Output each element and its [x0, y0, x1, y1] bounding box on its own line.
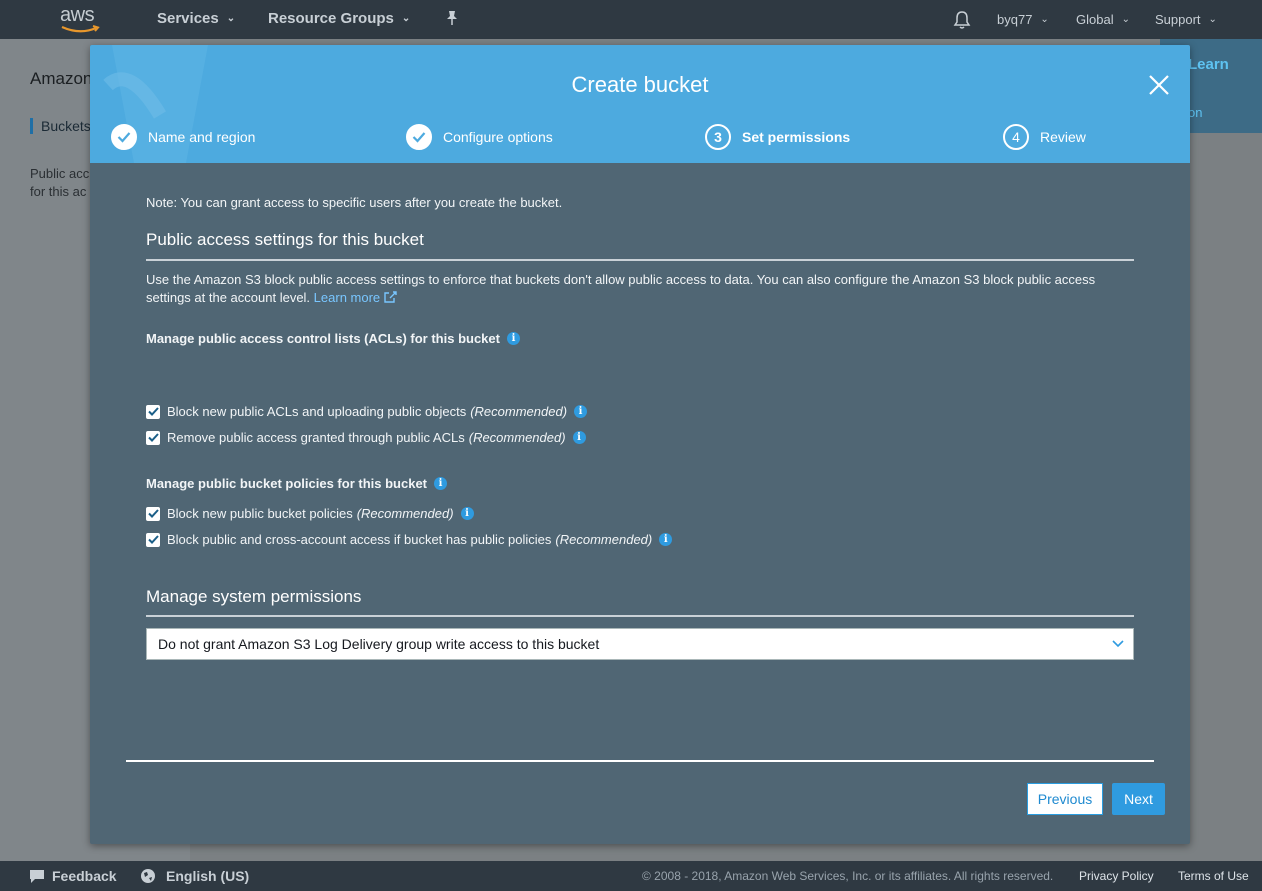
- copyright-text: © 2008 - 2018, Amazon Web Services, Inc.…: [642, 869, 1054, 883]
- previous-button[interactable]: Previous: [1027, 783, 1103, 815]
- note-text: Note: You can grant access to specific u…: [146, 195, 563, 210]
- step-number: 3: [705, 124, 731, 150]
- background-public-line1: Public acc: [30, 166, 90, 181]
- account-label: byq77: [997, 12, 1033, 27]
- services-label: Services: [157, 10, 219, 27]
- create-bucket-dialog: Create bucket Name and region Configure …: [90, 45, 1190, 844]
- checkbox-block-new-policies[interactable]: [146, 506, 160, 521]
- checkbox-block-cross-account[interactable]: [146, 532, 160, 547]
- pin-icon[interactable]: [445, 10, 459, 31]
- support-label: Support: [1155, 12, 1201, 27]
- option-label: Block public and cross-account access if…: [167, 532, 552, 547]
- feedback-label: Feedback: [52, 868, 117, 884]
- public-access-description: Use the Amazon S3 block public access se…: [146, 271, 1134, 307]
- check-icon: [406, 124, 432, 150]
- step-number: 4: [1003, 124, 1029, 150]
- info-icon[interactable]: i: [434, 477, 447, 490]
- background-buckets-link: Buckets: [30, 118, 91, 134]
- acl-heading: Manage public access control lists (ACLs…: [146, 331, 520, 346]
- footer-divider: [126, 760, 1154, 762]
- background-title: Amazon: [30, 69, 93, 88]
- recommended-tag: (Recommended): [470, 404, 568, 419]
- background-on-text: on: [1188, 105, 1203, 120]
- system-permissions-heading: Manage system permissions: [146, 587, 362, 606]
- step-name-and-region[interactable]: Name and region: [111, 123, 255, 151]
- info-icon[interactable]: i: [659, 533, 673, 546]
- info-icon[interactable]: i: [506, 332, 520, 345]
- services-menu[interactable]: Services ⌄: [157, 10, 235, 27]
- policy-heading: Manage public bucket policies for this b…: [146, 476, 447, 491]
- learn-more-label: Learn more: [313, 290, 381, 305]
- step-label: Configure options: [443, 129, 553, 145]
- top-nav: aws Services ⌄ Resource Groups ⌄ byq77 ⌄ Gl…: [0, 0, 1262, 39]
- resource-groups-label: Resource Groups: [268, 10, 394, 27]
- chevron-down-icon: ⌄: [1121, 14, 1130, 25]
- checkbox-block-new-acls[interactable]: [146, 404, 160, 419]
- chevron-down-icon: ⌄: [1208, 14, 1217, 25]
- learn-more-link[interactable]: Learn more: [314, 290, 397, 305]
- divider: [146, 259, 1134, 261]
- bell-icon[interactable]: [953, 10, 971, 30]
- divider: [146, 615, 1134, 617]
- chat-bubble-icon: [30, 870, 44, 883]
- close-button[interactable]: [1147, 73, 1171, 97]
- step-set-permissions[interactable]: 3 Set permissions: [705, 123, 850, 151]
- support-menu[interactable]: Support ⌄: [1155, 12, 1217, 27]
- option-label: Block new public ACLs and uploading publ…: [167, 404, 467, 419]
- chevron-down-icon: ⌄: [1040, 14, 1049, 25]
- step-label: Name and region: [148, 129, 256, 145]
- page-footer: Feedback English (US) © 2008 - 2018, Ama…: [0, 861, 1262, 891]
- recommended-tag: (Recommended): [356, 506, 454, 521]
- close-icon: [1149, 75, 1169, 95]
- aws-logo[interactable]: aws: [58, 4, 104, 34]
- option-label: Block new public bucket policies: [167, 506, 353, 521]
- acl-option-block-new[interactable]: Block new public ACLs and uploading publ…: [146, 404, 588, 419]
- privacy-policy-link[interactable]: Privacy Policy: [1079, 869, 1154, 883]
- step-review[interactable]: 4 Review: [1003, 123, 1086, 151]
- chevron-down-icon: ⌄: [401, 13, 411, 24]
- step-configure-options[interactable]: Configure options: [406, 123, 553, 151]
- description-text: Use the Amazon S3 block public access se…: [146, 272, 1096, 305]
- background-public-line2: for this ac: [30, 184, 87, 199]
- info-icon[interactable]: i: [572, 431, 586, 444]
- dialog-title: Create bucket: [571, 72, 709, 97]
- recommended-tag: (Recommended): [468, 430, 566, 445]
- option-label: Remove public access granted through pub…: [167, 430, 465, 445]
- chevron-down-icon: [1112, 640, 1124, 648]
- step-label: Review: [1040, 129, 1086, 145]
- language-selector[interactable]: English (US): [140, 868, 249, 884]
- language-label: English (US): [166, 868, 250, 884]
- globe-icon: [141, 869, 155, 883]
- check-icon: [111, 124, 137, 150]
- dialog-header: Create bucket Name and region Configure …: [90, 45, 1190, 163]
- feedback-link[interactable]: Feedback: [28, 868, 117, 884]
- resource-groups-menu[interactable]: Resource Groups ⌄: [268, 10, 410, 27]
- recommended-tag: (Recommended): [555, 532, 653, 547]
- system-permissions-select[interactable]: Do not grant Amazon S3 Log Delivery grou…: [146, 628, 1134, 660]
- info-icon[interactable]: i: [574, 405, 588, 418]
- info-icon[interactable]: i: [460, 507, 474, 520]
- policy-option-block-cross-account[interactable]: Block public and cross-account access if…: [146, 532, 673, 547]
- background-learn-link: Learn: [1188, 56, 1229, 73]
- external-link-icon: [384, 291, 397, 303]
- select-value: Do not grant Amazon S3 Log Delivery grou…: [158, 636, 600, 652]
- policy-heading-text: Manage public bucket policies for this b…: [146, 476, 427, 491]
- policy-option-block-new[interactable]: Block new public bucket policies (Recomm…: [146, 506, 474, 521]
- chevron-down-icon: ⌄: [226, 13, 236, 24]
- next-button[interactable]: Next: [1112, 783, 1165, 815]
- terms-of-use-link[interactable]: Terms of Use: [1178, 869, 1249, 883]
- region-menu[interactable]: Global ⌄: [1076, 12, 1130, 27]
- checkbox-remove-public-acls[interactable]: [146, 430, 160, 445]
- acl-heading-text: Manage public access control lists (ACLs…: [146, 331, 500, 346]
- region-label: Global: [1076, 12, 1114, 27]
- account-menu[interactable]: byq77 ⌄: [997, 12, 1049, 27]
- step-label: Set permissions: [742, 129, 851, 145]
- background-public-text: Public acc for this ac: [30, 165, 89, 201]
- acl-option-remove-public[interactable]: Remove public access granted through pub…: [146, 430, 586, 445]
- public-access-heading: Public access settings for this bucket: [146, 230, 424, 249]
- aws-smile-icon: [61, 25, 100, 33]
